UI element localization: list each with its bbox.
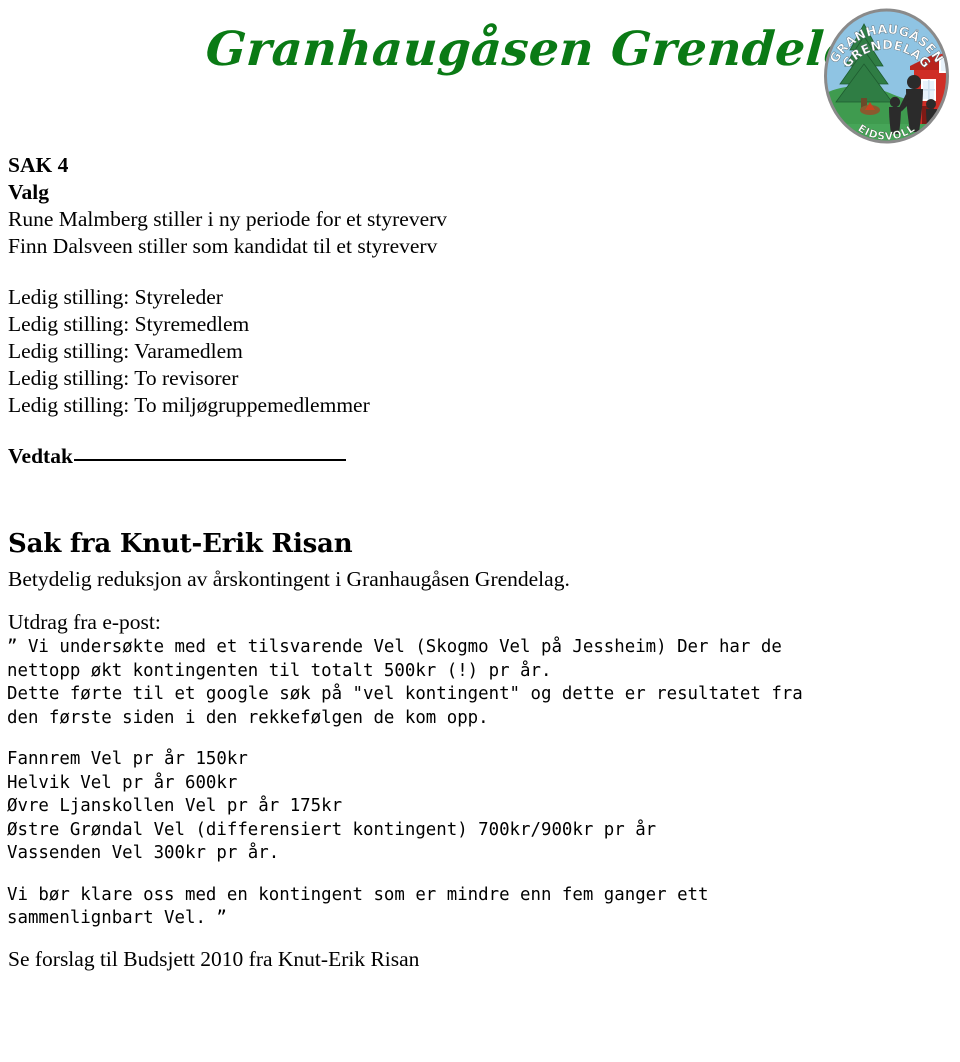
quote-line-4: den første siden i den rekkefølgen de ko…	[7, 707, 489, 728]
footer-note: Se forslag til Budsjett 2010 fra Knut-Er…	[8, 946, 420, 971]
document-header: Granhaugåsen Grendelag GRANHAUGÅSEN GREN…	[0, 0, 960, 152]
vedtak-field: Vedtak	[0, 443, 960, 470]
document-body: SAK 4 Valg Rune Malmberg stiller i ny pe…	[0, 152, 960, 973]
vacancy-miljogruppemedlemmer: Ledig stilling: To miljøgruppemedlemmer	[8, 393, 370, 417]
vel-item-vassenden: Vassenden Vel 300kr pr år.	[7, 843, 280, 863]
sak4-section: SAK 4 Valg Rune Malmberg stiller i ny pe…	[0, 152, 960, 470]
vacancy-revisorer: Ledig stilling: To revisorer	[8, 366, 239, 390]
vacancy-styremedlem: Ledig stilling: Styremedlem	[8, 312, 250, 336]
sak4-candidate-2: Finn Dalsveen stiller som kandidat til e…	[8, 234, 438, 258]
vel-item-ovre-ljanskollen: Øvre Ljanskollen Vel pr år 175kr	[7, 796, 343, 816]
vel-item-ostre-grondal: Østre Grøndal Vel (differensiert konting…	[7, 819, 657, 840]
sak-risan-heading: Sak fra Knut-Erik Risan	[8, 529, 353, 559]
vedtak-label: Vedtak	[8, 444, 73, 468]
vacancy-styreleder: Ledig stilling: Styreleder	[8, 285, 223, 309]
sak4-candidate-1: Rune Malmberg stiller i ny periode for e…	[8, 207, 448, 231]
vedtak-blank-rule	[73, 459, 346, 461]
sak-risan-section: Sak fra Knut-Erik Risan Betydelig reduks…	[0, 528, 960, 973]
quote-line-2: nettopp økt kontingenten til totalt 500k…	[7, 660, 552, 681]
sak4-number-label: SAK 4	[8, 153, 69, 177]
granhaugasen-grendelag-logo: GRANHAUGÅSEN GRENDELAG EIDSVOLL	[818, 6, 955, 146]
quote-line-3: Dette førte til et google søk på "vel ko…	[7, 684, 803, 704]
quote2-line-1: Vi bør klare oss med en kontingent som e…	[7, 884, 709, 905]
vel-item-helvik: Helvik Vel pr år 600kr	[7, 772, 238, 793]
quote2-line-2: sammenlignbart Vel. ”	[7, 908, 227, 928]
sak-risan-subheading: Betydelig reduksjon av årskontingent i G…	[8, 567, 570, 591]
sak4-title: Valg	[8, 180, 50, 204]
organization-title: Granhaugåsen Grendelag	[204, 22, 891, 77]
vel-item-fannrem: Fannrem Vel pr år 150kr	[7, 749, 248, 769]
vacancy-varamedlem: Ledig stilling: Varamedlem	[8, 339, 243, 363]
excerpt-label: Utdrag fra e-post:	[8, 610, 161, 634]
quote-line-1: ” Vi undersøkte med et tilsvarende Vel (…	[7, 637, 782, 657]
